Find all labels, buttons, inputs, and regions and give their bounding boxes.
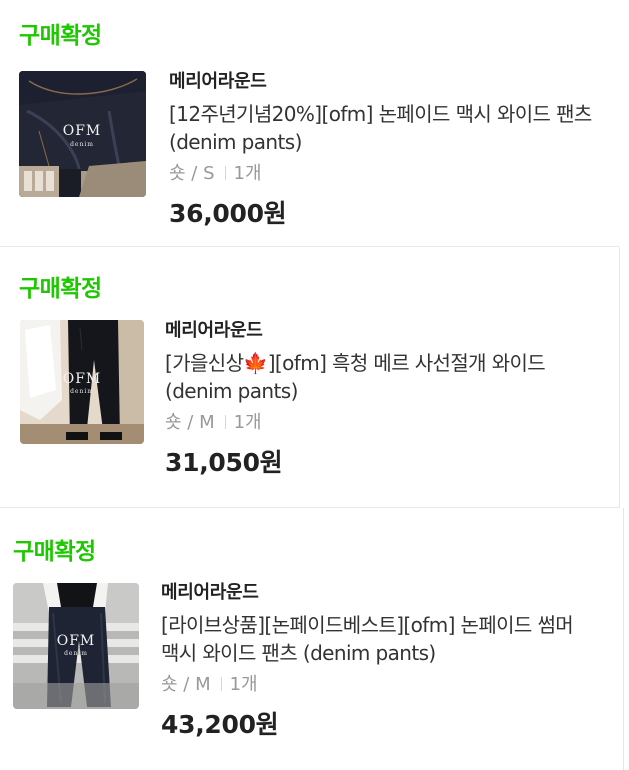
product-info[interactable]: 메리어라운드 [12주년기념20%][ofm] 논페이드 맥시 와이드 팬츠 (… [169,70,614,230]
option-value: 숏 / S [169,163,215,184]
option-value: 숏 / M [165,412,215,433]
brand-watermark-sub: denim [64,650,88,657]
brand-watermark: OFM [63,371,102,387]
order-status-label: 구매확정 [19,276,102,302]
option-divider [220,677,222,691]
brand-watermark: OFM [63,123,102,139]
option-divider [224,415,226,429]
product-info[interactable]: 메리어라운드 [가을신상🍁][ofm] 흑청 메르 사선절개 와이드 (deni… [165,319,610,479]
product-options: 숏 / S 1개 [169,162,614,186]
product-price: 43,200원 [161,710,279,739]
product-name[interactable]: [12주년기념20%][ofm] 논페이드 맥시 와이드 팬츠 (denim p… [169,100,614,156]
brand-watermark-sub: denim [70,388,94,395]
option-value: 숏 / M [161,674,211,695]
product-thumbnail[interactable]: OFM denim [13,583,139,709]
order-card[interactable]: 구매확정 OFM denim 메리어라운드 [12주년기념20%][ofm] 논… [0,0,619,247]
product-thumbnail[interactable]: OFM denim [19,71,146,197]
brand-watermark-sub: denim [70,141,94,148]
store-name[interactable]: 메리어라운드 [165,319,610,343]
product-options: 숏 / M 1개 [161,673,606,697]
denim-pants-photo: OFM denim [19,71,146,197]
order-card[interactable]: 구매확정 OFM denim 메리어라운드 [가을신상🍁][ofm] 흑청 메르… [0,247,620,508]
product-options: 숏 / M 1개 [165,411,610,435]
brand-watermark: OFM [57,633,96,649]
product-name[interactable]: [라이브상품][논페이드베스트][ofm] 논페이드 썸머 맥시 와이드 팬츠 … [161,611,606,667]
denim-pants-photo: OFM denim [20,320,144,444]
order-card[interactable]: 구매확정 OFM denim 메리어라운드 [라이브상품][논페이드베스트][o… [0,508,624,770]
product-thumbnail[interactable]: OFM denim [20,320,144,444]
store-name[interactable]: 메리어라운드 [161,581,606,605]
product-info[interactable]: 메리어라운드 [라이브상품][논페이드베스트][ofm] 논페이드 썸머 맥시 … [161,581,606,741]
order-status-label: 구매확정 [19,23,102,49]
quantity-value: 1개 [233,412,262,433]
denim-pants-photo: OFM denim [13,583,139,709]
order-status-label: 구매확정 [13,539,96,565]
product-price: 31,050원 [165,448,283,477]
option-divider [224,166,226,180]
store-name[interactable]: 메리어라운드 [169,70,614,94]
quantity-value: 1개 [229,674,258,695]
quantity-value: 1개 [233,163,262,184]
product-name[interactable]: [가을신상🍁][ofm] 흑청 메르 사선절개 와이드 (denim pants… [165,349,610,405]
product-price: 36,000원 [169,199,287,228]
